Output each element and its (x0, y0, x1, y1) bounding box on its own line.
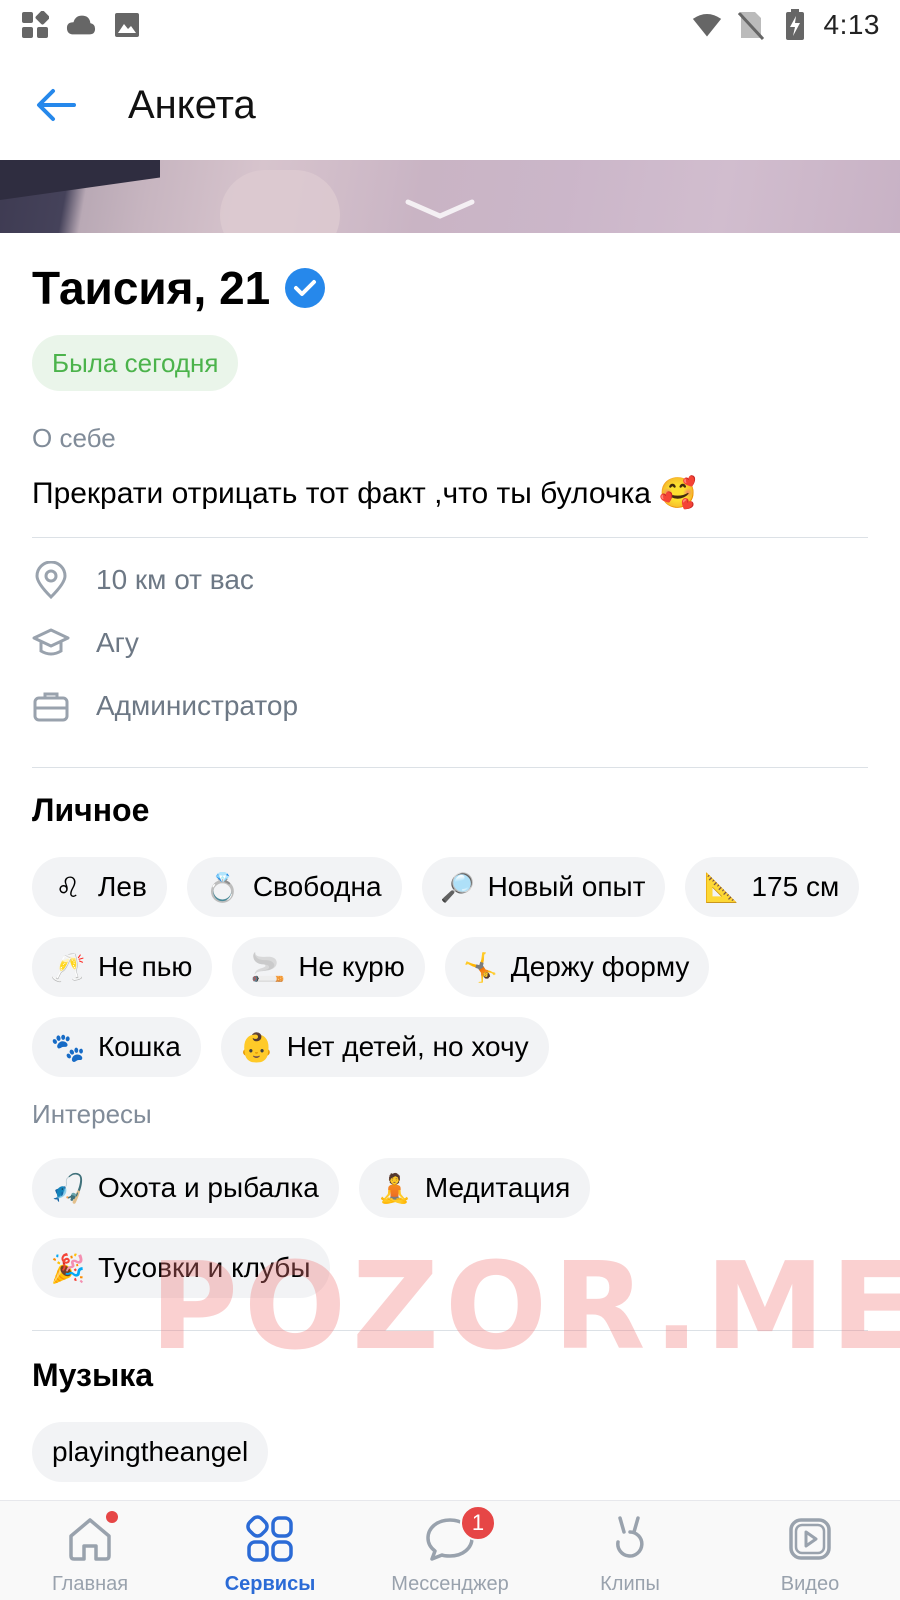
education-cap-icon (32, 624, 70, 662)
briefcase-icon (32, 687, 70, 725)
clips-icon (602, 1511, 658, 1567)
profile-content: Таисия, 21 Была сегодня О себе Прекрати … (32, 233, 868, 1482)
chip-zodiac[interactable]: ♌ Лев (32, 857, 167, 917)
lotus-position-icon: 🧘 (377, 1171, 413, 1205)
arrow-left-icon (37, 89, 76, 121)
services-icon (242, 1511, 298, 1567)
divider (32, 537, 868, 538)
battery-charging-icon (780, 9, 810, 40)
bottom-nav: Главная Сервисы 1 Мессенджер Клипы Видео (0, 1500, 900, 1600)
about-text: Прекрати отрицать тот факт ,что ты булоч… (32, 477, 697, 510)
distance-text: 10 км от вас (96, 563, 254, 595)
chip-height[interactable]: 📐 175 см (685, 857, 860, 917)
page-title: Анкета (128, 82, 256, 127)
music-section-title: Музыка (32, 1357, 154, 1393)
music-chips: playingtheangel (32, 1422, 868, 1482)
no-sim-icon (736, 10, 766, 40)
cartwheel-icon: 🤸 (463, 950, 499, 984)
unread-count-badge: 1 (460, 1505, 496, 1541)
personal-section-title: Личное (32, 792, 150, 828)
nav-item-services[interactable]: Сервисы (180, 1501, 360, 1600)
photo-shadow (0, 160, 160, 200)
location-pin-icon (32, 560, 70, 599)
divider (32, 767, 868, 768)
back-button[interactable] (26, 75, 86, 135)
triangle-ruler-icon: 📐 (704, 870, 739, 904)
messenger-icon: 1 (422, 1505, 496, 1567)
home-icon (62, 1511, 118, 1567)
interests-chips: 🎣 Охота и рыбалка 🧘 Медитация 🎉 Тусовки и к… (32, 1158, 868, 1298)
chip-interest-parties[interactable]: 🎉 Тусовки и клубы (32, 1238, 331, 1298)
chip-interest-meditation[interactable]: 🧘 Медитация (358, 1158, 591, 1218)
fishing-pole-icon: 🎣 (50, 1171, 86, 1205)
status-time: 4:13 (823, 9, 880, 40)
chip-looking-for[interactable]: 🔎 Новый опыт (421, 857, 666, 917)
nav-item-home[interactable]: Главная (0, 1501, 180, 1600)
apps-grid-icon (20, 10, 50, 40)
status-bar: 4:13 (0, 0, 900, 50)
photo-detail (220, 170, 340, 233)
chip-relationship[interactable]: 💍 Свободна (186, 857, 402, 917)
leo-sign-icon: ♌ (55, 870, 81, 904)
personal-chips: ♌ Лев 💍 Свободна 🔎 Новый опыт 📐 175 см 🥂 Не п… (32, 857, 868, 1077)
nav-item-video[interactable]: Видео (720, 1501, 900, 1600)
chip-smoking[interactable]: 🚬 Не курю (232, 937, 425, 997)
notification-dot (106, 1511, 118, 1523)
wifi-icon (692, 10, 722, 40)
chip-children[interactable]: 👶 Нет детей, но хочу (220, 1017, 549, 1077)
info-row-distance: 10 км от вас (32, 548, 868, 611)
verified-icon (285, 268, 326, 308)
profile-name: Таисия, 21 (32, 262, 271, 314)
nav-item-messenger[interactable]: 1 Мессенджер (360, 1501, 540, 1600)
profile-photo[interactable] (0, 160, 900, 233)
champagne-glasses-icon: 🥂 (50, 950, 86, 984)
chip-interest-fishing[interactable]: 🎣 Охота и рыбалка (32, 1158, 339, 1218)
magnifier-icon: 🔎 (440, 870, 475, 904)
education-text: Агу (96, 626, 139, 658)
image-icon (112, 10, 142, 40)
cloud-icon (66, 10, 96, 40)
info-row-education: Агу (32, 611, 868, 674)
baby-icon: 👶 (239, 1030, 275, 1064)
party-popper-icon: 🎉 (50, 1251, 86, 1285)
paw-prints-icon: 🐾 (50, 1030, 86, 1064)
about-label: О себе (32, 423, 116, 453)
ring-icon: 💍 (205, 870, 241, 904)
chevron-down-icon[interactable] (404, 198, 476, 220)
top-app-bar: Анкета (0, 50, 900, 160)
cigarette-icon: 🚬 (250, 950, 286, 984)
job-text: Администратор (96, 689, 299, 721)
nav-item-clips[interactable]: Клипы (540, 1501, 720, 1600)
divider (32, 1330, 868, 1331)
info-row-job: Администратор (32, 674, 868, 737)
chip-alcohol[interactable]: 🥂 Не пью (32, 937, 213, 997)
video-icon (782, 1511, 838, 1567)
online-status-badge: Была сегодня (32, 335, 239, 391)
chip-pets[interactable]: 🐾 Кошка (32, 1017, 201, 1077)
chip-music-artist[interactable]: playingtheangel (32, 1422, 269, 1482)
chip-sport[interactable]: 🤸 Держу форму (444, 937, 710, 997)
interests-label: Интересы (32, 1099, 152, 1129)
